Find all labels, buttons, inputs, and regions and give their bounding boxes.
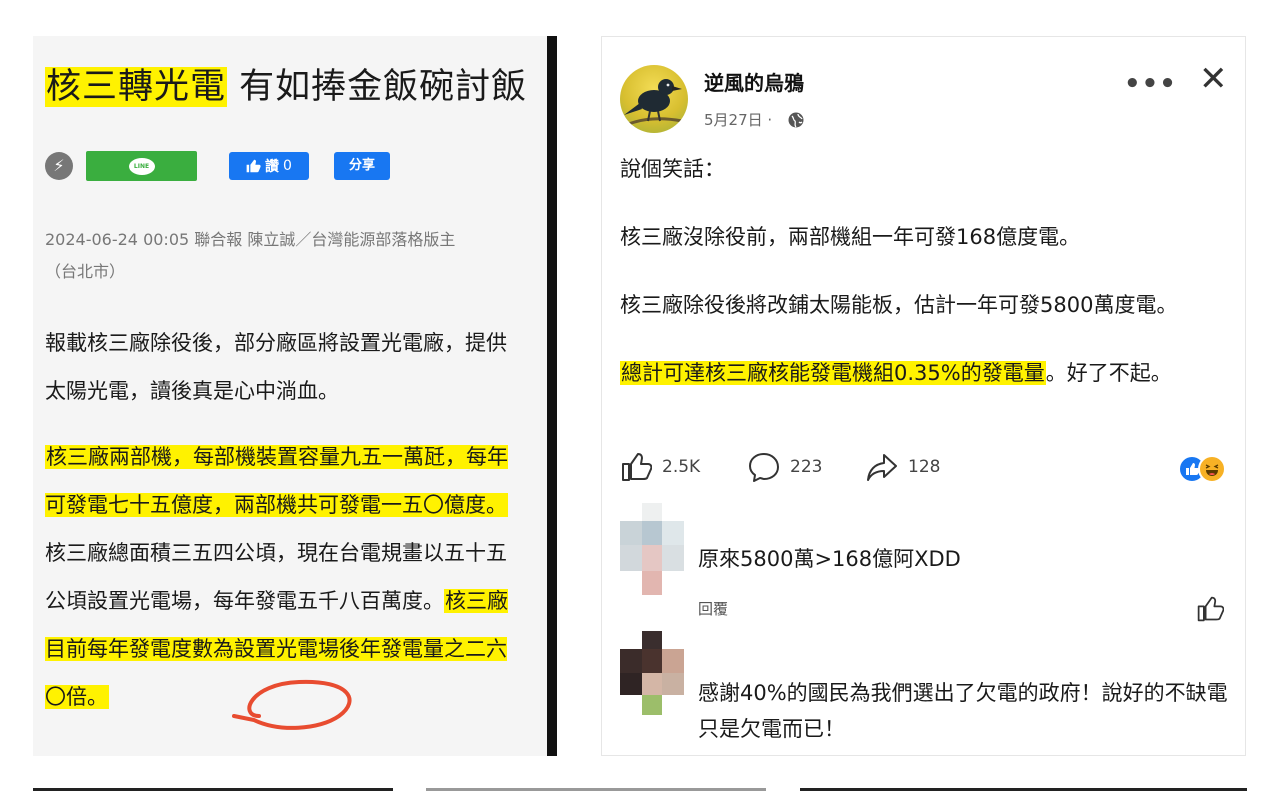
haha-reaction-icon: [1198, 455, 1226, 483]
comment-icon: [749, 453, 779, 482]
comment-action[interactable]: 223: [748, 449, 822, 485]
thumbs-up-icon: [622, 453, 652, 481]
share-count: 128: [908, 457, 941, 477]
reaction-bar: 2.5K 223 128: [620, 449, 1234, 485]
article-headline: 核三轉光電 有如捧金飯碗討飯: [45, 58, 527, 109]
post-highlight: 總計可達核三廠核能發電機組0.35%的發電量: [620, 361, 1046, 385]
post-paragraph-3: 核三廠除役後將改鋪太陽能板，估計一年可發5800萬度電。: [620, 293, 1178, 317]
news-article-panel: 核三轉光電 有如捧金飯碗討飯 ⚡ LINE 讚 0 分享 2024-06-24 …: [33, 36, 557, 756]
bolt-icon[interactable]: ⚡: [45, 152, 73, 180]
headline-highlight: 核三轉光電: [45, 67, 228, 107]
thumbs-up-icon[interactable]: [1196, 595, 1224, 623]
reply-link[interactable]: 回覆: [698, 598, 728, 619]
post-paragraph-1: 說個笑話：: [620, 157, 725, 181]
comment-count: 223: [790, 457, 823, 477]
comment-text: 原來5800萬>168億阿XDD: [698, 547, 961, 571]
line-icon: LINE: [128, 157, 155, 175]
share-arrow-icon: [867, 454, 897, 481]
fb-like-count: 0: [283, 158, 292, 174]
comment-avatar[interactable]: [620, 631, 684, 715]
like-count: 2.5K: [662, 457, 701, 477]
post-date[interactable]: 5月27日 ·: [704, 109, 772, 130]
reaction-summary[interactable]: [1178, 452, 1234, 483]
more-options-icon[interactable]: •••: [1124, 69, 1177, 99]
crow-icon: [624, 79, 683, 127]
headline-rest: 有如捧金飯碗討飯: [227, 67, 528, 107]
article-byline: 2024-06-24 00:05 聯合報 陳立誠／台灣能源部落格版主: [45, 230, 456, 249]
article-paragraph-1: 報載核三廠除役後，部分廠區將設置光電廠，提供太陽光電，讀後真是心中淌血。: [45, 331, 507, 403]
article-paragraph-2-mid: 核三廠總面積三五四公頃，現在台電規畫以五十五公頃設置光電場，每年發電五千八百萬度…: [45, 541, 507, 613]
page-avatar[interactable]: [620, 65, 688, 133]
line-share-button[interactable]: LINE: [86, 151, 197, 181]
page-name[interactable]: 逆風的烏鴉: [704, 67, 804, 96]
post-text: 說個笑話： 核三廠沒除役前，兩部機組一年可發168億度電。 核三廠除役後將改鋪太…: [620, 151, 1235, 391]
highlight-capacity: 核三廠兩部機，每部機裝置容量九五一萬瓩，每年可發電七十五億度，兩部機共可發電一五…: [45, 445, 508, 517]
comment-avatar[interactable]: [620, 503, 684, 595]
share-action[interactable]: 128: [866, 449, 940, 485]
article-location: （台北市）: [45, 262, 126, 281]
post-paragraph-4-rest: 。好了不起。: [1045, 361, 1172, 385]
comment-text: 感謝40%的國民為我們選出了欠電的政府！說好的不缺電只是欠電而已！: [698, 681, 1228, 741]
close-icon[interactable]: ✕: [1199, 60, 1228, 98]
article-meta: 2024-06-24 00:05 聯合報 陳立誠／台灣能源部落格版主 （台北市）: [45, 224, 515, 288]
share-row: ⚡ LINE 讚 0 分享: [45, 150, 445, 182]
bottom-edge: [0, 786, 1280, 792]
article-body: 報載核三廠除役後，部分廠區將設置光電廠，提供太陽光電，讀後真是心中淌血。 核三廠…: [45, 319, 523, 721]
post-paragraph-2: 核三廠沒除役前，兩部機組一年可發168億度電。: [620, 225, 1081, 249]
post-paragraph-4: 總計可達核三廠核能發電機組0.35%的發電量。好了不起。: [620, 355, 1235, 391]
article-paragraph-2: 核三廠兩部機，每部機裝置容量九五一萬瓩，每年可發電七十五億度，兩部機共可發電一五…: [45, 433, 523, 721]
fb-like-button[interactable]: 讚 0: [229, 152, 309, 180]
like-action[interactable]: 2.5K: [620, 449, 700, 485]
globe-icon: [788, 112, 804, 128]
fb-like-label: 讚: [265, 159, 280, 175]
thumbs-up-icon: [246, 159, 261, 173]
facebook-post-panel: 逆風的烏鴉 5月27日 · ••• ✕ 說個笑話： 核三廠沒除役前，兩部機組一年…: [601, 36, 1246, 756]
fb-share-button[interactable]: 分享: [334, 152, 390, 180]
